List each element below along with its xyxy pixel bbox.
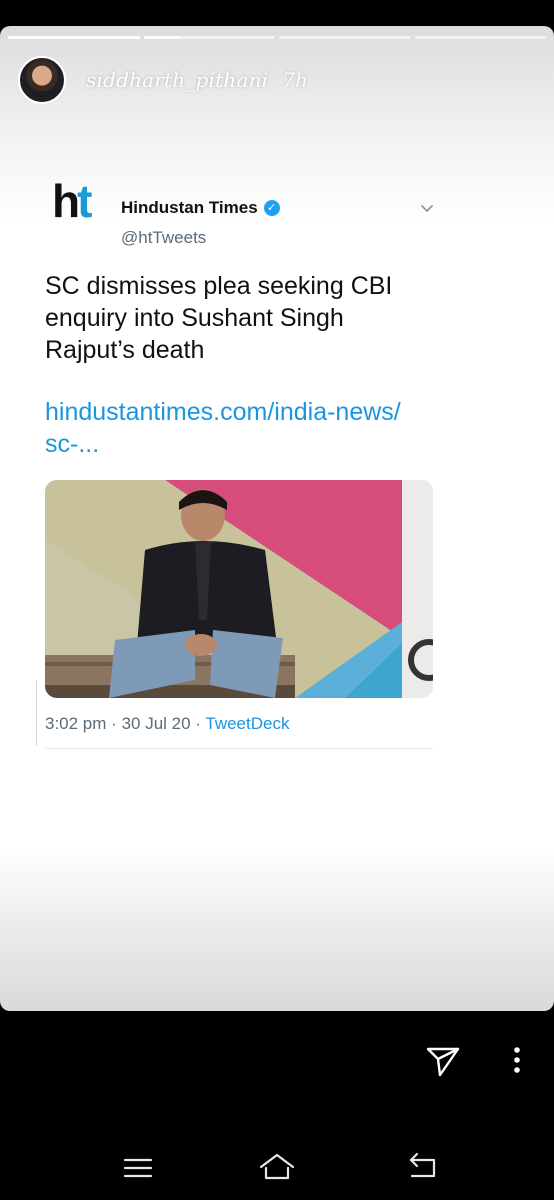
home-icon[interactable]: [258, 1152, 296, 1182]
chevron-down-icon: [421, 205, 433, 212]
send-icon[interactable]: [426, 1043, 460, 1077]
story-progress-bar: [8, 36, 546, 40]
tweet-photo: [45, 480, 433, 698]
tweet-handle: @htTweets: [121, 228, 207, 247]
tweet-time: 3:02 pm: [45, 714, 107, 733]
thread-line: [36, 680, 37, 746]
progress-segment: [414, 36, 546, 39]
tweet-link-line: sc-...: [45, 430, 100, 458]
tweet-source: TweetDeck: [205, 714, 290, 733]
more-vertical-icon[interactable]: [506, 1045, 528, 1075]
progress-segment: [8, 36, 140, 39]
divider: [45, 748, 433, 749]
tweet-link: hindustantimes.com/india-news/ sc-...: [45, 396, 435, 460]
author-name-text: Hindustan Times: [121, 198, 258, 217]
tweet-link-line: hindustantimes.com/india-news/: [45, 398, 401, 426]
menu-icon[interactable]: [122, 1153, 154, 1183]
meta-separator: ·: [111, 714, 122, 733]
back-icon[interactable]: [404, 1150, 440, 1182]
tweet-date: 30 Jul 20: [121, 714, 191, 733]
tweet-meta: 3:02 pm · 30 Jul 20 · TweetDeck: [45, 714, 289, 734]
meta-separator: ·: [195, 714, 206, 733]
verified-badge-icon: ✓: [263, 200, 280, 216]
progress-segment: [279, 36, 411, 39]
story-time: 7h: [282, 68, 308, 92]
avatar[interactable]: [18, 56, 66, 104]
story-header: siddharth_pithani 7h: [18, 55, 308, 105]
username[interactable]: siddharth_pithani: [86, 68, 268, 92]
tweet-text: SC dismisses plea seeking CBI enquiry in…: [45, 272, 393, 364]
ht-logo: ht: [52, 175, 93, 227]
progress-segment: [143, 36, 275, 39]
tweet-author-name: Hindustan Times ✓: [121, 198, 280, 218]
